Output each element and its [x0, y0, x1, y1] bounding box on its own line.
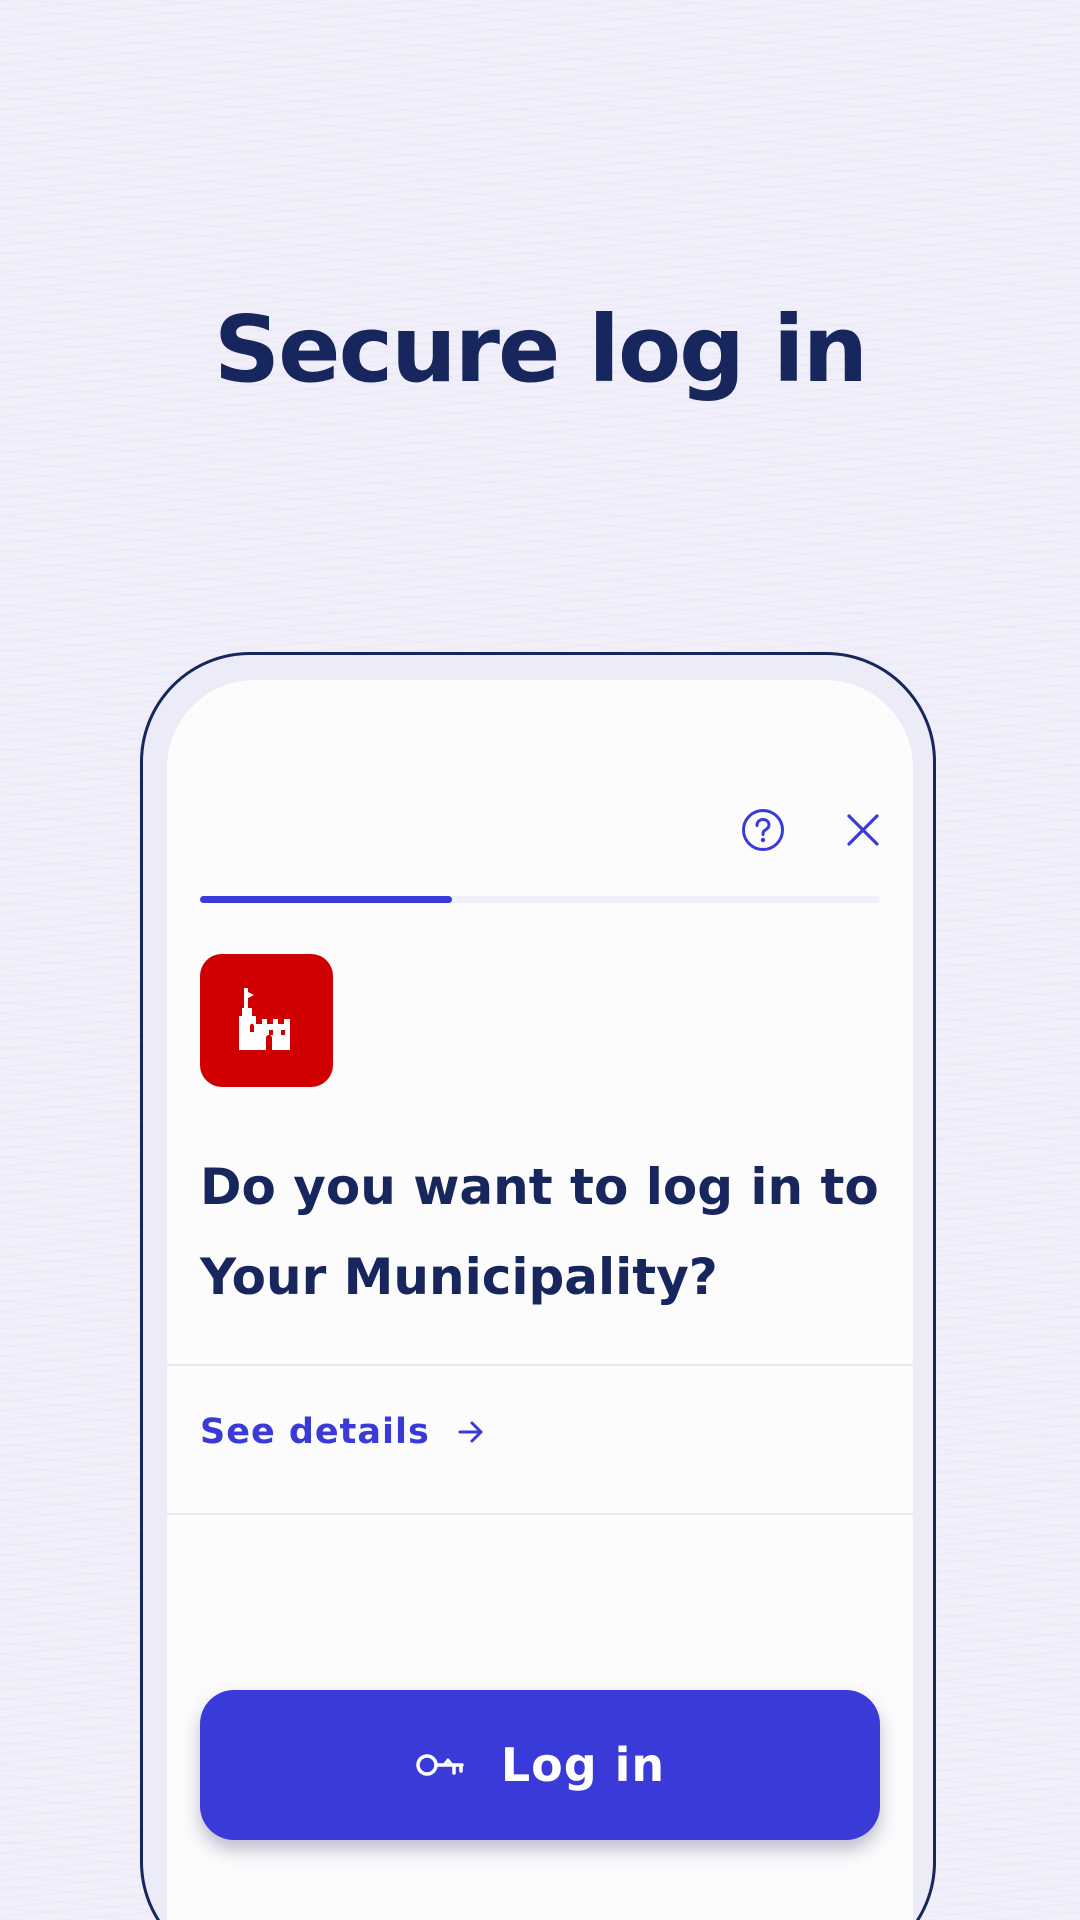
login-button-label: Log in — [500, 1738, 666, 1792]
castle-icon — [238, 987, 290, 1050]
see-details-link[interactable]: See details — [200, 1412, 486, 1452]
progress-bar — [200, 896, 880, 903]
arrow-right-icon — [456, 1417, 486, 1447]
app-logo — [200, 954, 333, 1087]
progress-fill — [200, 896, 452, 903]
help-circle-icon — [742, 809, 784, 851]
login-screen: Do you want to log in to Your Municipali… — [167, 680, 913, 1920]
page-headline: Secure log in — [213, 296, 868, 403]
divider — [167, 1513, 913, 1515]
question-line-2: Your Municipality? — [200, 1248, 718, 1306]
see-details-label: See details — [200, 1412, 430, 1452]
close-button[interactable] — [833, 800, 893, 860]
close-icon — [847, 814, 879, 846]
divider — [167, 1364, 913, 1366]
key-icon — [415, 1748, 467, 1782]
help-button[interactable] — [733, 800, 793, 860]
question-line-1: Do you want to log in to — [200, 1158, 879, 1216]
login-question: Do you want to log in to Your Municipali… — [200, 1142, 880, 1322]
login-button[interactable]: Log in — [200, 1690, 880, 1840]
